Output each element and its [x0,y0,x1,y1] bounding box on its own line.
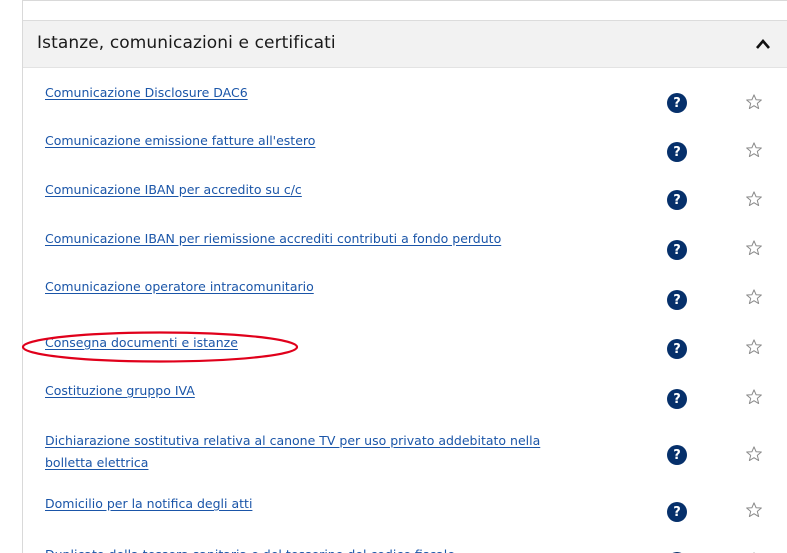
service-link-canone-tv-line1[interactable]: Dichiarazione sostitutiva relativa al ca… [45,430,540,451]
services-panel: Istanze, comunicazioni e certificati Com… [22,0,787,553]
star-icon[interactable] [745,288,763,306]
section-title: Istanze, comunicazioni e certificati [37,33,336,53]
service-link-fatture-estero[interactable]: Comunicazione emissione fatture all'este… [45,130,315,151]
help-icon[interactable]: ? [667,389,687,409]
help-icon[interactable]: ? [667,290,687,310]
service-link-gruppo-iva[interactable]: Costituzione gruppo IVA [45,380,195,401]
service-link-iban-accredito[interactable]: Comunicazione IBAN per accredito su c/c [45,179,302,200]
star-icon[interactable] [745,338,763,356]
service-link-operatore-intracomunitario[interactable]: Comunicazione operatore intracomunitario [45,276,314,297]
help-icon[interactable]: ? [667,240,687,260]
help-icon[interactable]: ? [667,190,687,210]
star-icon[interactable] [745,501,763,519]
help-icon[interactable]: ? [667,93,687,113]
star-icon[interactable] [745,388,763,406]
star-icon[interactable] [745,190,763,208]
star-icon[interactable] [745,93,763,111]
star-icon[interactable] [745,239,763,257]
chevron-up-icon[interactable] [750,31,776,57]
service-link-consegna-documenti[interactable]: Consegna documenti e istanze [45,332,238,353]
help-icon[interactable]: ? [667,142,687,162]
service-link-iban-riemissione[interactable]: Comunicazione IBAN per riemissione accre… [45,228,501,249]
service-link-domicilio-notifica[interactable]: Domicilio per la notifica degli atti [45,493,252,514]
service-link-duplicato-tessera[interactable]: Duplicato della tessera sanitaria e del … [45,544,455,553]
help-icon[interactable]: ? [667,502,687,522]
section-header[interactable]: Istanze, comunicazioni e certificati [23,20,787,68]
help-icon[interactable]: ? [667,445,687,465]
service-link-disclosure-dac6[interactable]: Comunicazione Disclosure DAC6 [45,82,248,103]
star-icon[interactable] [745,445,763,463]
star-icon[interactable] [745,141,763,159]
help-icon[interactable]: ? [667,339,687,359]
service-link-canone-tv-line2[interactable]: bolletta elettrica [45,452,148,473]
